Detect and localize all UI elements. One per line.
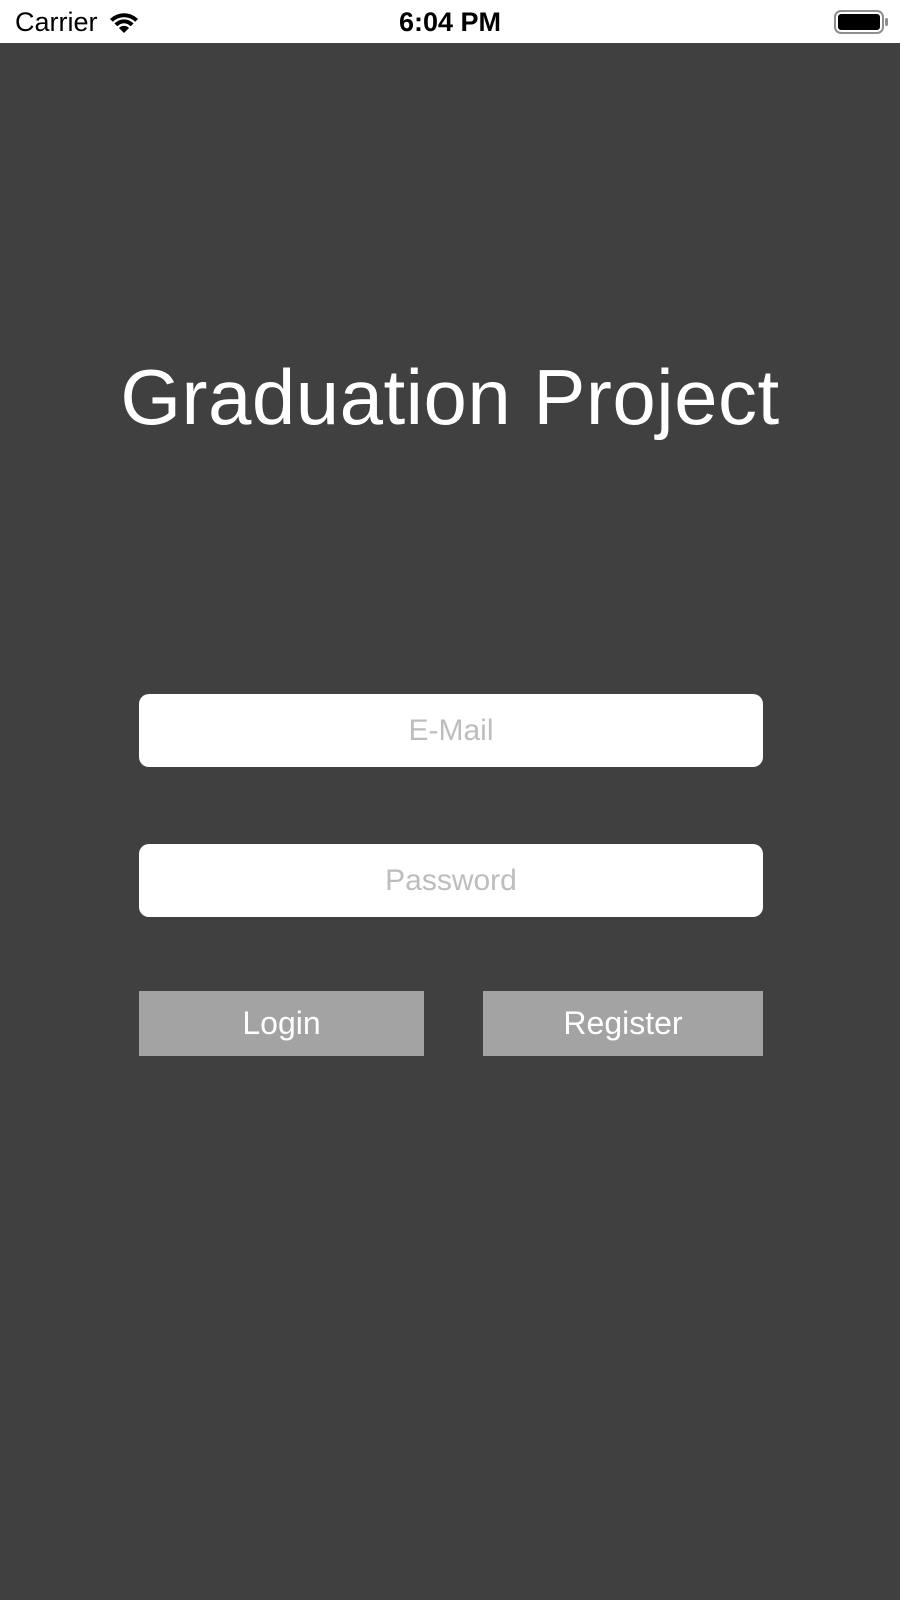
app-title: Graduation Project (120, 353, 780, 441)
status-bar: Carrier 6:04 PM (0, 0, 900, 43)
password-field[interactable] (139, 844, 763, 917)
email-field[interactable] (139, 694, 763, 767)
register-button[interactable]: Register (483, 991, 763, 1056)
battery-icon (834, 10, 888, 34)
status-time: 6:04 PM (398, 7, 502, 37)
login-screen: Carrier 6:04 PM Graduation Project Login… (0, 0, 900, 1600)
login-button[interactable]: Login (139, 991, 424, 1056)
